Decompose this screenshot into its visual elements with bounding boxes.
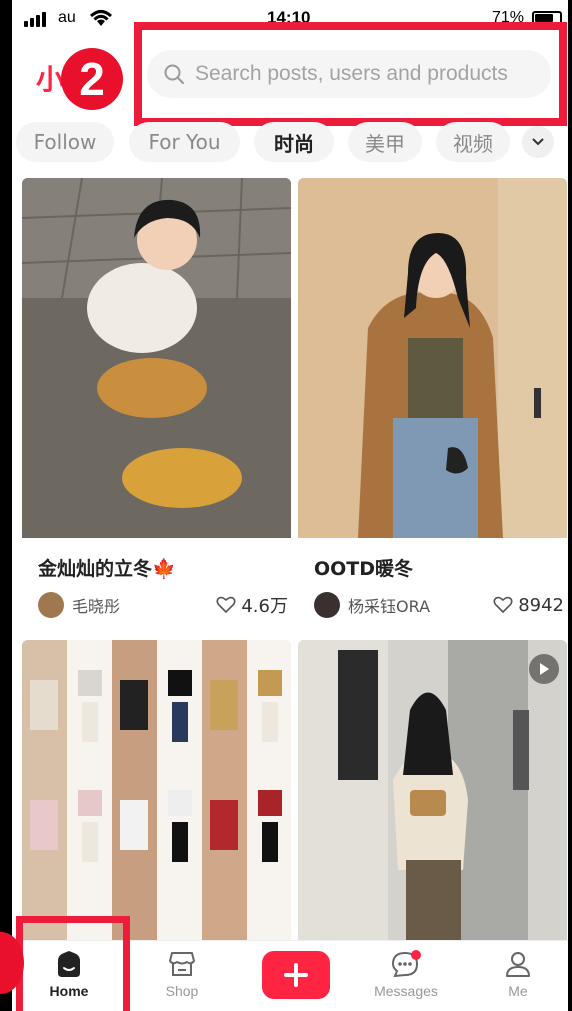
chevron-down-icon xyxy=(532,138,544,146)
avatar[interactable] xyxy=(314,592,340,618)
author-name[interactable]: 杨采钰ORA xyxy=(348,593,493,617)
heart-icon xyxy=(493,596,513,614)
nav-me[interactable]: Me xyxy=(478,949,558,999)
feed-card[interactable] xyxy=(298,640,567,940)
me-icon xyxy=(506,952,530,977)
tab-fashion[interactable]: 时尚 xyxy=(254,122,334,162)
tabs-expand-button[interactable] xyxy=(522,126,554,158)
post-meta: 杨采钰ORA 8942 xyxy=(314,592,564,618)
post-meta: 毛晓彤 4.6万 xyxy=(38,592,288,618)
search-highlight-box xyxy=(134,22,567,126)
shop-icon xyxy=(169,952,195,976)
like-count: 8942 xyxy=(518,594,564,616)
tab-nails[interactable]: 美甲 xyxy=(348,122,422,162)
play-icon xyxy=(540,663,549,675)
channel-tabs: Follow For You 时尚 美甲 视频 xyxy=(12,122,568,162)
tab-video[interactable]: 视频 xyxy=(436,122,510,162)
wifi-icon xyxy=(88,8,114,33)
feed-card[interactable]: OOTD暖冬 杨采钰ORA 8942 xyxy=(298,178,567,628)
heart-icon xyxy=(216,596,236,614)
author-name[interactable]: 毛晓彤 xyxy=(72,593,216,617)
plus-icon xyxy=(284,963,308,987)
feed-card[interactable] xyxy=(22,640,291,940)
post-image xyxy=(22,178,291,538)
tab-for-you[interactable]: For You xyxy=(129,122,240,162)
nav-shop[interactable]: Shop xyxy=(142,949,222,999)
post-image xyxy=(298,178,567,538)
feed-card[interactable]: 金灿灿的立冬🍁 毛晓彤 4.6万 xyxy=(22,178,291,628)
nav-messages[interactable]: Messages xyxy=(366,949,446,999)
app-logo: 小 xyxy=(36,64,65,95)
post-title: 金灿灿的立冬🍁 xyxy=(38,558,176,580)
home-highlight-box xyxy=(16,916,130,1011)
nav-label: Shop xyxy=(165,983,199,999)
app-screen: au 14:10 71% 小 2 Follow For You 时尚 美甲 视频 xyxy=(12,0,568,1011)
messages-icon xyxy=(391,950,421,978)
create-post-button[interactable] xyxy=(262,951,330,999)
nav-label: Messages xyxy=(374,983,438,999)
like-button[interactable]: 8942 xyxy=(493,595,564,616)
video-badge xyxy=(529,654,559,684)
post-image xyxy=(22,640,291,940)
tab-follow[interactable]: Follow xyxy=(16,122,114,162)
post-image xyxy=(298,640,567,940)
carrier-label: au xyxy=(58,9,76,26)
like-button[interactable]: 4.6万 xyxy=(216,592,288,618)
like-count: 4.6万 xyxy=(241,596,288,617)
step-badge-2: 2 xyxy=(61,48,123,110)
nav-label: Me xyxy=(508,983,528,999)
post-title: OOTD暖冬 xyxy=(314,558,414,580)
signal-icon xyxy=(24,12,46,27)
avatar[interactable] xyxy=(38,592,64,618)
